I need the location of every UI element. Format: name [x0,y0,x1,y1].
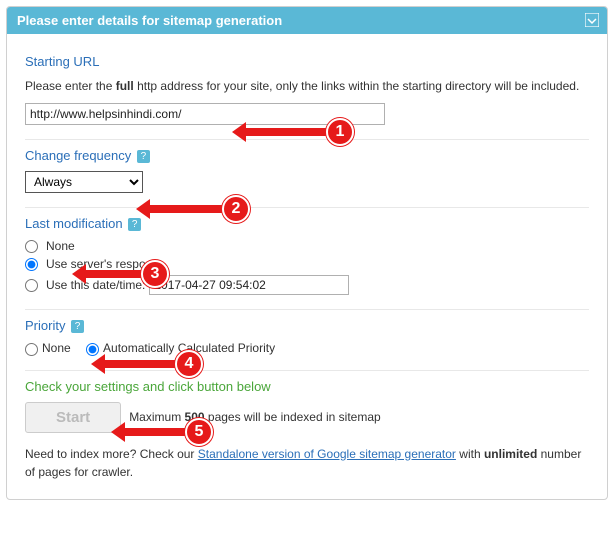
starting-url-desc: Please enter the full http address for y… [25,77,589,95]
lastmod-date-radio[interactable] [25,279,38,292]
lastmod-none-label: None [46,239,75,253]
help-icon[interactable]: ? [128,218,141,231]
panel-title: Please enter details for sitemap generat… [17,13,282,28]
lastmod-date-label: Use this date/time: [46,278,145,292]
lastmod-date-input[interactable] [149,275,349,295]
priority-auto-radio[interactable] [86,343,99,356]
lastmod-server-radio[interactable] [25,258,38,271]
priority-auto-label: Automatically Calculated Priority [103,341,275,355]
starting-url-heading: Starting URL [25,54,589,69]
start-note: Maximum 500 pages will be indexed in sit… [129,410,380,424]
starting-url-input[interactable] [25,103,385,125]
last-modification-heading: Last modification ? [25,216,589,231]
start-heading: Check your settings and click button bel… [25,379,589,394]
standalone-link[interactable]: Standalone version of Google sitemap gen… [198,447,456,461]
change-frequency-heading: Change frequency ? [25,148,589,163]
priority-none-label: None [42,341,71,355]
footer-note: Need to index more? Check our Standalone… [25,445,589,481]
change-frequency-select[interactable]: Always [25,171,143,193]
lastmod-none-radio[interactable] [25,240,38,253]
lastmod-server-label: Use server's response [46,257,165,271]
expand-icon[interactable] [585,13,599,27]
start-button[interactable]: Start [25,402,121,433]
help-icon[interactable]: ? [137,150,150,163]
priority-none-radio[interactable] [25,343,38,356]
panel-header: Please enter details for sitemap generat… [7,7,607,34]
help-icon[interactable]: ? [71,320,84,333]
priority-heading: Priority ? [25,318,589,333]
